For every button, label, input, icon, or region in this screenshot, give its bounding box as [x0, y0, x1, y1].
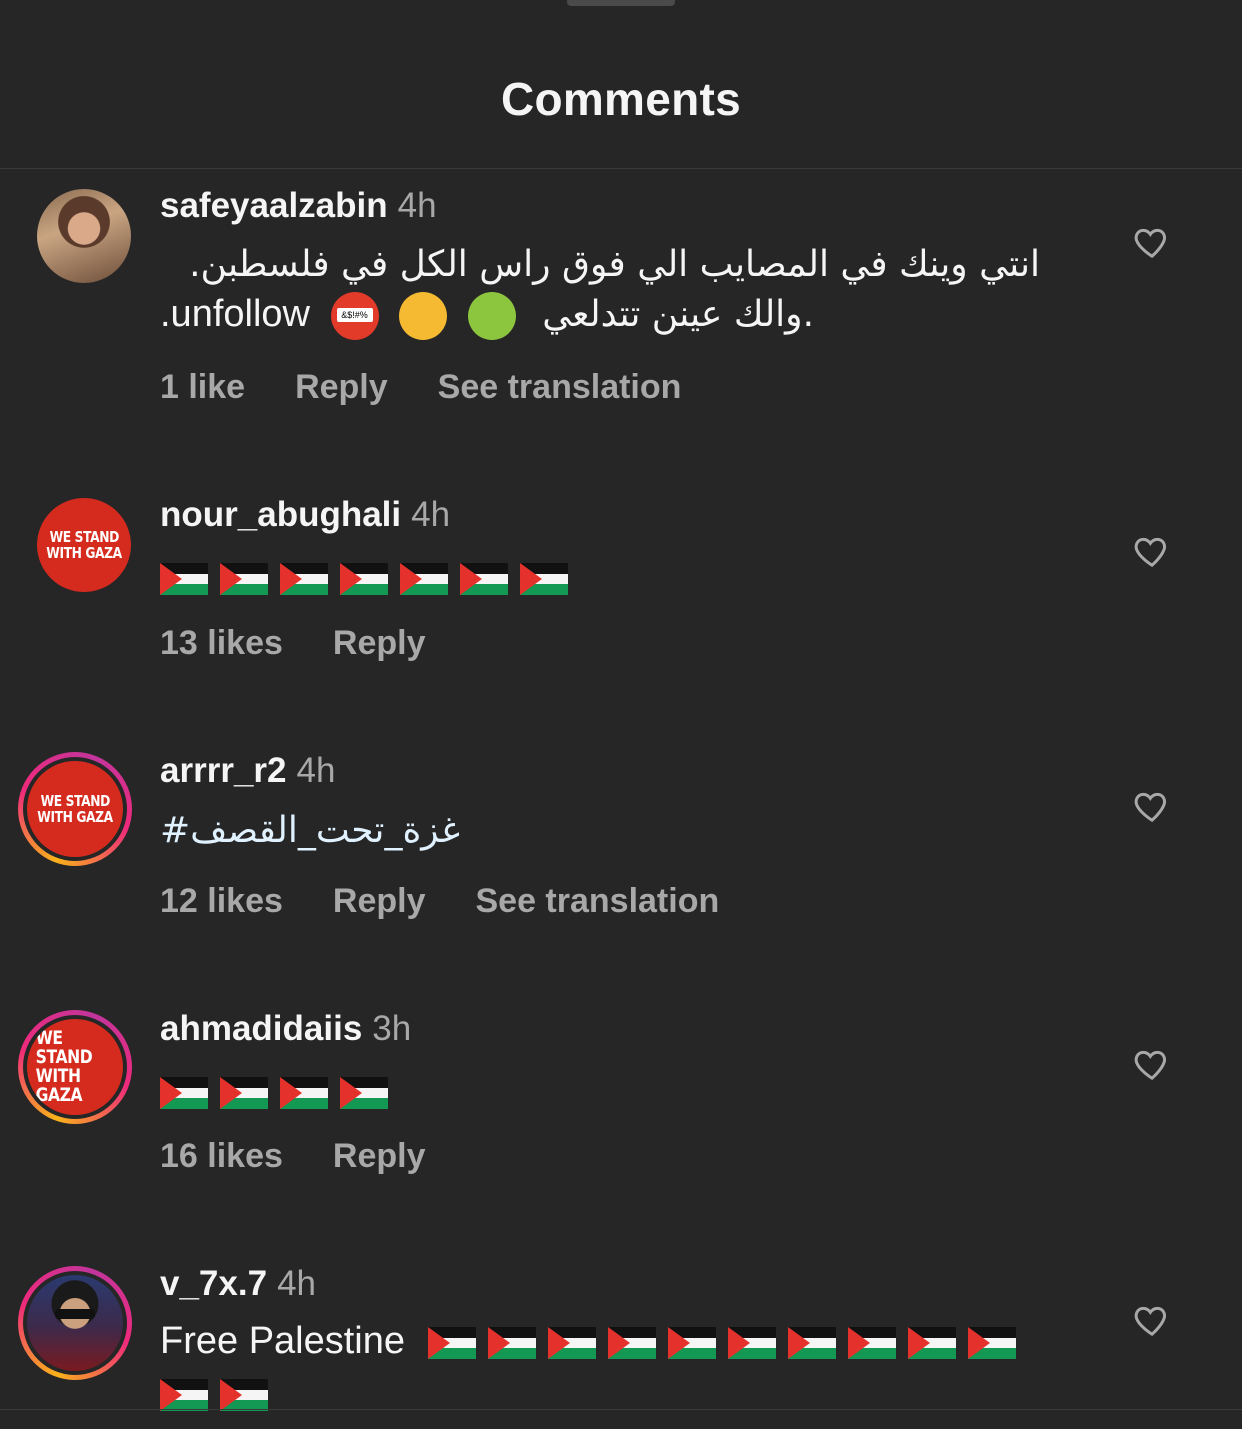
comment-username[interactable]: ahmadidaiis 3h: [160, 1009, 411, 1049]
heart-icon[interactable]: [1132, 1044, 1172, 1084]
palestine-flag-icon: [280, 1076, 328, 1109]
avatar-text-line2: WITH GAZA: [35, 1065, 83, 1106]
likes-count[interactable]: 16 likes: [160, 1137, 283, 1175]
heart-icon[interactable]: [1132, 786, 1172, 826]
comment-text: Free Palestine: [160, 1320, 1016, 1363]
swearing-face-emoji-icon: &$!#%: [330, 292, 379, 340]
comment-username[interactable]: nour_abughali 4h: [160, 495, 450, 535]
comment-text-latin: .unfollow: [160, 293, 310, 336]
avatar-text-line1: WE STAND: [40, 792, 110, 810]
palestine-flag-icon: [460, 562, 508, 595]
heart-icon[interactable]: [1132, 1300, 1172, 1340]
avatar[interactable]: WE STAND WITH GAZA: [18, 752, 132, 866]
palestine-flag-icon: [400, 562, 448, 595]
flag-row: [160, 562, 568, 595]
likes-count[interactable]: 13 likes: [160, 624, 283, 662]
see-translation-button[interactable]: See translation: [475, 882, 719, 920]
comment-actions: 16 likes Reply: [160, 1137, 475, 1176]
palestine-flag-icon: [340, 562, 388, 595]
avatar-text-line1: WE STAND: [49, 528, 119, 546]
comment-username[interactable]: v_7x.7 4h: [160, 1264, 316, 1304]
palestine-flag-icon: [607, 1326, 656, 1359]
vomiting-face-emoji-icon: [399, 292, 448, 340]
nauseated-face-emoji-icon: [467, 292, 516, 340]
heart-icon[interactable]: [1132, 222, 1172, 262]
emoji-label: &$!#%: [336, 308, 373, 322]
reply-button[interactable]: Reply: [295, 368, 388, 406]
avatar-text-line1: WE STAND: [35, 1027, 93, 1068]
comment-actions: 13 likes Reply: [160, 624, 475, 663]
palestine-flag-icon: [967, 1326, 1016, 1359]
comment-text-content: Free Palestine: [160, 1320, 406, 1362]
header-divider: [0, 168, 1242, 169]
reply-button[interactable]: Reply: [333, 624, 426, 662]
comment-text-arabic: والك عينن تتدلعي.: [542, 294, 815, 336]
sheet-grabber[interactable]: [567, 0, 675, 6]
palestine-flag-icon: [160, 1378, 208, 1411]
comment-username[interactable]: safeyaalzabin 4h: [160, 186, 437, 226]
palestine-flag-icon: [520, 562, 568, 595]
avatar-image: WE STAND WITH GAZA: [27, 761, 123, 857]
sunglasses: [55, 1309, 95, 1319]
avatar[interactable]: [37, 189, 131, 283]
comment-hashtag[interactable]: #غزة_تحت_القصف: [160, 810, 460, 851]
likes-count[interactable]: 1 like: [160, 368, 245, 406]
comment-time: 4h: [277, 1264, 316, 1303]
avatar-text-line2: WITH GAZA: [37, 808, 113, 826]
username-text[interactable]: safeyaalzabin: [160, 186, 388, 225]
comment-text-line2: .unfollow &$!#% والك عينن تتدلعي.: [160, 292, 814, 340]
reply-button[interactable]: Reply: [333, 1137, 426, 1175]
username-text[interactable]: v_7x.7: [160, 1264, 267, 1303]
palestine-flag-icon: [340, 1076, 388, 1109]
flag-row: [427, 1326, 1016, 1359]
palestine-flag-icon: [547, 1326, 596, 1359]
avatar[interactable]: [18, 1266, 132, 1380]
palestine-flag-icon: [907, 1326, 956, 1359]
avatar-text-line2: WITH GAZA: [46, 544, 122, 562]
reply-button[interactable]: Reply: [333, 882, 426, 920]
comment-text: [160, 1070, 388, 1113]
username-text[interactable]: nour_abughali: [160, 495, 401, 534]
palestine-flag-icon: [487, 1326, 536, 1359]
comment-time: 4h: [296, 751, 336, 790]
palestine-flag-icon: [727, 1326, 776, 1359]
bottom-divider: [0, 1409, 1242, 1410]
palestine-flag-icon: [667, 1326, 716, 1359]
page-title: Comments: [500, 73, 742, 125]
palestine-flag-icon: [220, 562, 268, 595]
comment-text: انتي وينك في المصايب الي فوق راس الكل في…: [189, 244, 1040, 285]
palestine-flag-icon: [220, 1378, 268, 1411]
flag-row: [160, 1378, 268, 1411]
avatar-image: WE STAND WITH GAZA: [27, 1019, 123, 1115]
heart-icon[interactable]: [1132, 531, 1172, 571]
comment-time: 4h: [411, 495, 451, 534]
flag-row: [160, 1076, 388, 1109]
comment-time: 3h: [372, 1009, 412, 1048]
username-text[interactable]: arrrr_r2: [160, 751, 287, 790]
palestine-flag-icon: [280, 562, 328, 595]
avatar[interactable]: WE STAND WITH GAZA: [37, 498, 131, 592]
palestine-flag-icon: [160, 562, 208, 595]
likes-count[interactable]: 12 likes: [160, 882, 283, 920]
palestine-flag-icon: [787, 1326, 836, 1359]
see-translation-button[interactable]: See translation: [438, 368, 682, 406]
palestine-flag-icon: [220, 1076, 268, 1109]
username-text[interactable]: ahmadidaiis: [160, 1009, 362, 1048]
comment-username[interactable]: arrrr_r2 4h: [160, 751, 335, 791]
palestine-flag-icon: [847, 1326, 896, 1359]
palestine-flag-icon: [427, 1326, 476, 1359]
avatar[interactable]: WE STAND WITH GAZA: [18, 1010, 132, 1124]
comment-actions: 1 like Reply See translation: [160, 368, 731, 407]
palestine-flag-icon: [160, 1076, 208, 1109]
comment-actions: 12 likes Reply See translation: [160, 882, 769, 921]
comment-text: [160, 556, 568, 599]
comment-time: 4h: [397, 186, 437, 225]
avatar-image: [27, 1275, 123, 1371]
